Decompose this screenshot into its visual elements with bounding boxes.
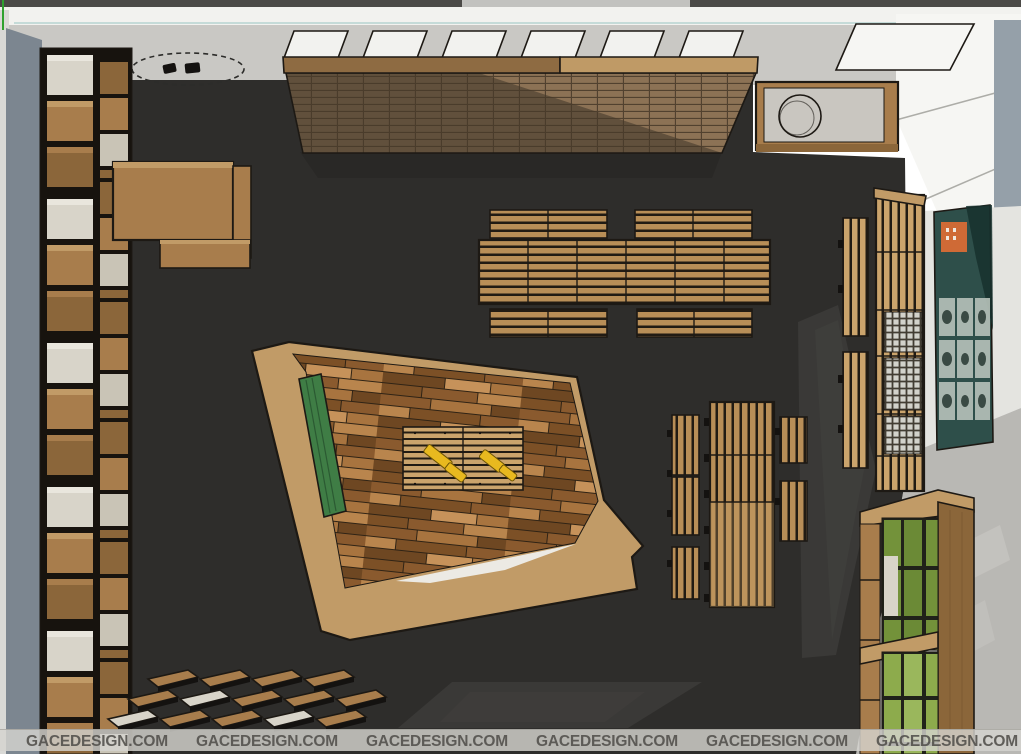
watermark-text: GACEDESIGN.COM [366, 733, 508, 750]
watermark-text: GACEDESIGN.COM [876, 733, 1018, 750]
platform-display-table [403, 427, 523, 490]
watermark-text: GACEDESIGN.COM [536, 733, 678, 750]
left-wall [0, 0, 42, 754]
watermark-text: GACEDESIGN.COM [196, 733, 338, 750]
slatted-wood-canopy [283, 57, 758, 178]
render-canvas: GACEDESIGN.COM GACEDESIGN.COM GACEDESIGN… [0, 0, 1021, 754]
poster-grid [939, 298, 990, 420]
watermark-bar: GACEDESIGN.COM GACEDESIGN.COM GACEDESIGN… [0, 729, 1021, 751]
basket-bin [884, 416, 922, 454]
basket-bin [884, 312, 922, 352]
axis-line [2, 0, 4, 30]
left-wall-cubby-shelf [40, 48, 132, 754]
green-locker-shelf [860, 490, 974, 754]
basket-bin [884, 358, 922, 410]
low-display-tables [108, 670, 386, 732]
wall-poster [934, 205, 993, 450]
service-box-with-round-fixture [756, 82, 898, 152]
watermark-text: GACEDESIGN.COM [26, 733, 168, 750]
watermark-text: GACEDESIGN.COM [706, 733, 848, 750]
interior-render: GACEDESIGN.COM GACEDESIGN.COM GACEDESIGN… [0, 0, 1021, 754]
